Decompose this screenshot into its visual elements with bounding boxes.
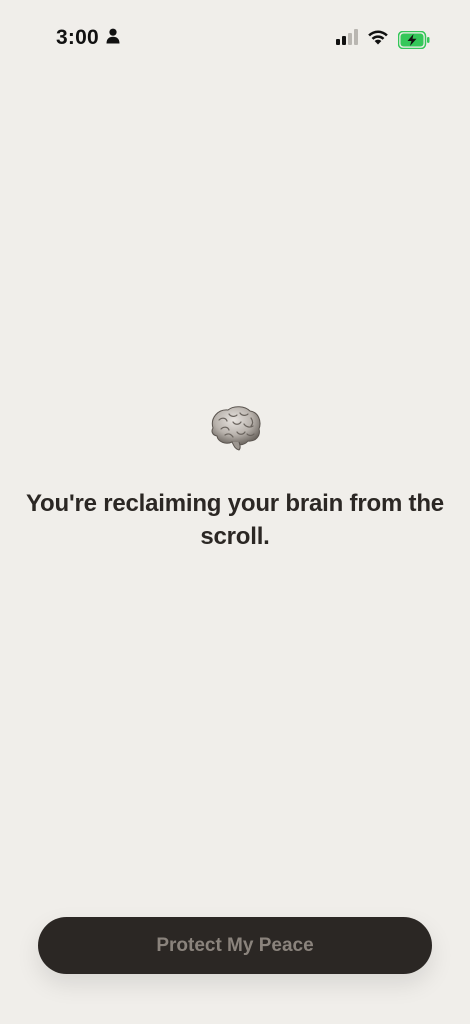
brain-icon [207,404,263,452]
wifi-icon [367,29,389,50]
person-icon [106,28,120,49]
status-time-group: 3:00 [56,26,120,50]
status-time: 3:00 [56,26,99,49]
protect-my-peace-button[interactable]: Protect My Peace [38,917,432,974]
message-block: You're reclaiming your brain from the sc… [0,404,470,553]
battery-charging-icon [397,30,430,49]
cellular-signal-icon [336,29,358,50]
status-icons [336,29,430,50]
headline-text: You're reclaiming your brain from the sc… [26,490,444,551]
status-bar: 3:00 [0,0,470,76]
